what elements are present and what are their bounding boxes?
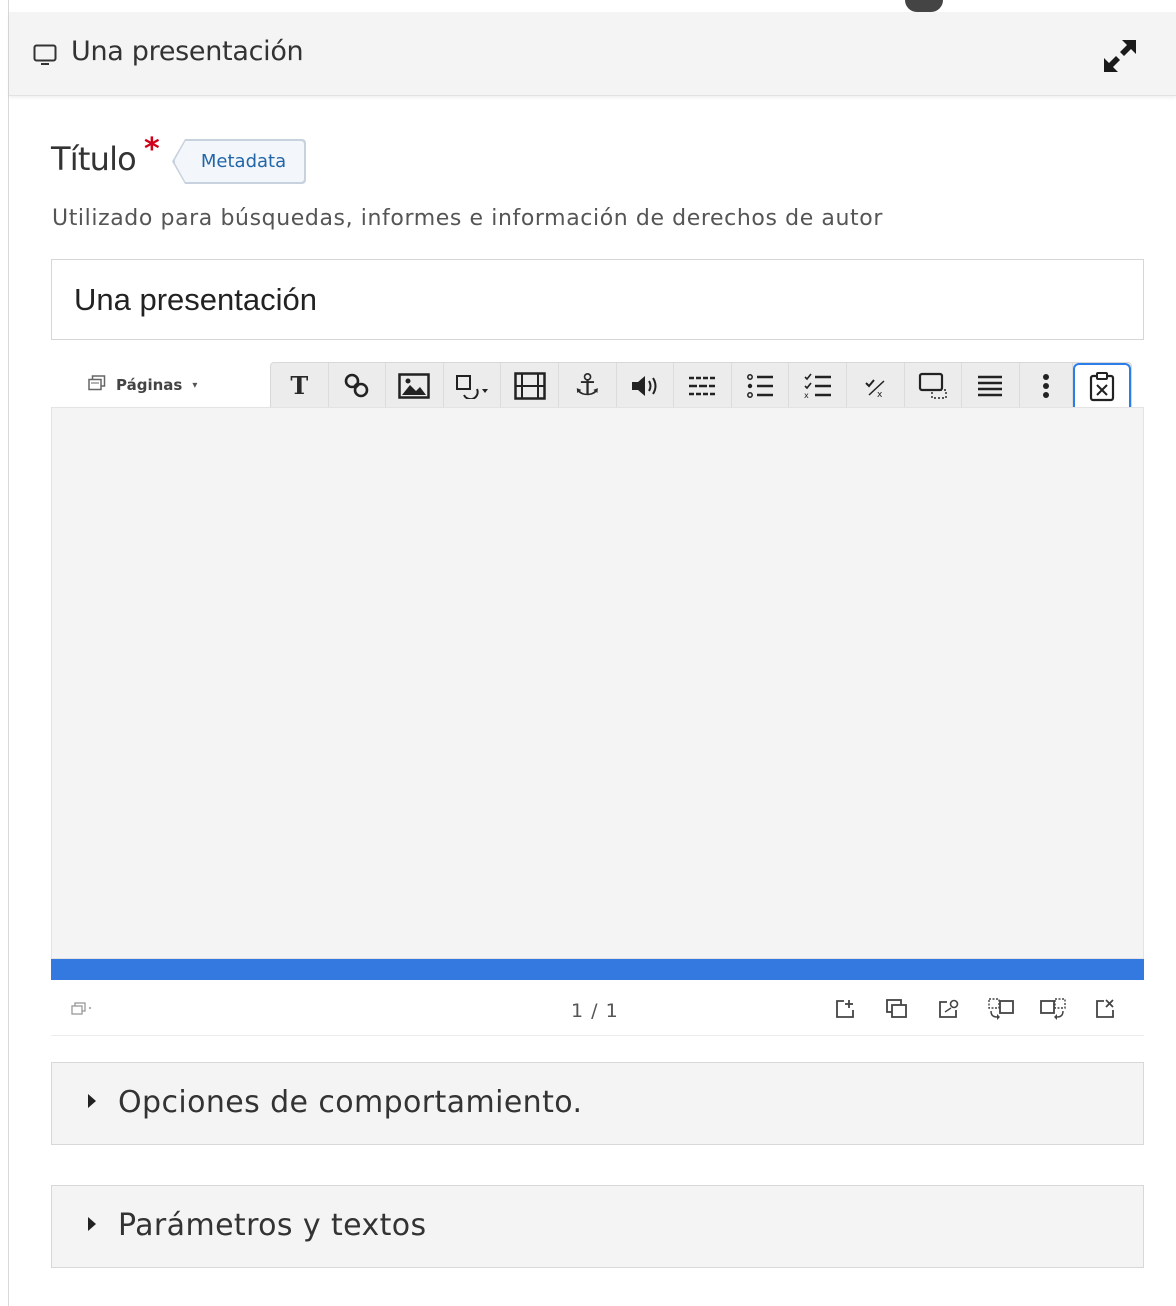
panel-left-border bbox=[8, 0, 9, 1306]
content-type-header: Una presentación bbox=[9, 12, 1176, 96]
pages-dropdown[interactable]: Páginas ▾ bbox=[88, 370, 197, 400]
slide-progress-fill bbox=[51, 959, 1144, 980]
editor-toolbar: T ⚓ x x bbox=[270, 362, 1132, 408]
single-choice-icon[interactable] bbox=[732, 363, 790, 408]
new-slide-icon[interactable] bbox=[828, 996, 862, 1022]
required-marker: * bbox=[144, 132, 160, 167]
multiple-choice-icon[interactable]: x bbox=[789, 363, 847, 408]
summary-icon[interactable] bbox=[962, 363, 1020, 408]
audio-icon[interactable] bbox=[617, 363, 675, 408]
shapes-icon[interactable] bbox=[444, 363, 502, 408]
slide-canvas[interactable] bbox=[51, 407, 1144, 959]
more-icon[interactable] bbox=[1020, 363, 1074, 408]
video-icon[interactable] bbox=[501, 363, 559, 408]
slides-toggle-icon[interactable] bbox=[71, 1002, 93, 1020]
svg-text:x: x bbox=[804, 391, 809, 399]
pages-dropdown-label: Páginas bbox=[116, 376, 183, 394]
title-input[interactable] bbox=[51, 259, 1144, 340]
anchor-icon[interactable]: ⚓ bbox=[559, 363, 617, 408]
move-slide-left-icon[interactable] bbox=[984, 996, 1018, 1022]
monitor-icon bbox=[33, 44, 57, 70]
caret-right-icon bbox=[88, 1094, 96, 1108]
slide-actions bbox=[828, 996, 1122, 1022]
slide-counter: 1 / 1 bbox=[571, 1000, 619, 1022]
title-field-description: Utilizado para búsquedas, informes e inf… bbox=[52, 206, 883, 231]
params-texts-label: Parámetros y textos bbox=[118, 1208, 427, 1243]
delete-slide-icon[interactable] bbox=[1088, 996, 1122, 1022]
fill-in-blanks-icon[interactable] bbox=[674, 363, 732, 408]
behaviour-settings-label: Opciones de comportamiento. bbox=[118, 1085, 583, 1120]
expand-arrows-icon[interactable] bbox=[1100, 36, 1140, 80]
pages-icon bbox=[88, 375, 106, 395]
link-icon[interactable] bbox=[329, 363, 387, 408]
caret-down-icon: ▾ bbox=[192, 379, 198, 391]
svg-text:x: x bbox=[877, 390, 883, 399]
drag-drop-icon[interactable] bbox=[905, 363, 963, 408]
move-slide-right-icon[interactable] bbox=[1036, 996, 1070, 1022]
content-type-title: Una presentación bbox=[71, 36, 304, 67]
params-texts-section[interactable]: Parámetros y textos bbox=[51, 1185, 1144, 1268]
top-partial-avatar bbox=[905, 0, 943, 12]
paste-icon[interactable] bbox=[1073, 363, 1131, 408]
clone-slide-icon[interactable] bbox=[880, 996, 914, 1022]
true-false-icon[interactable]: x bbox=[847, 363, 905, 408]
text-icon[interactable]: T bbox=[271, 363, 329, 408]
title-field-label: Título bbox=[51, 140, 137, 178]
slide-progress-bar[interactable] bbox=[51, 959, 1144, 980]
behaviour-settings-section[interactable]: Opciones de comportamiento. bbox=[51, 1062, 1144, 1145]
slide-footer: 1 / 1 bbox=[51, 980, 1144, 1036]
slide-background-icon[interactable] bbox=[932, 996, 966, 1022]
image-icon[interactable] bbox=[386, 363, 444, 408]
caret-right-icon bbox=[88, 1217, 96, 1231]
metadata-button[interactable]: Metadata bbox=[174, 140, 305, 183]
